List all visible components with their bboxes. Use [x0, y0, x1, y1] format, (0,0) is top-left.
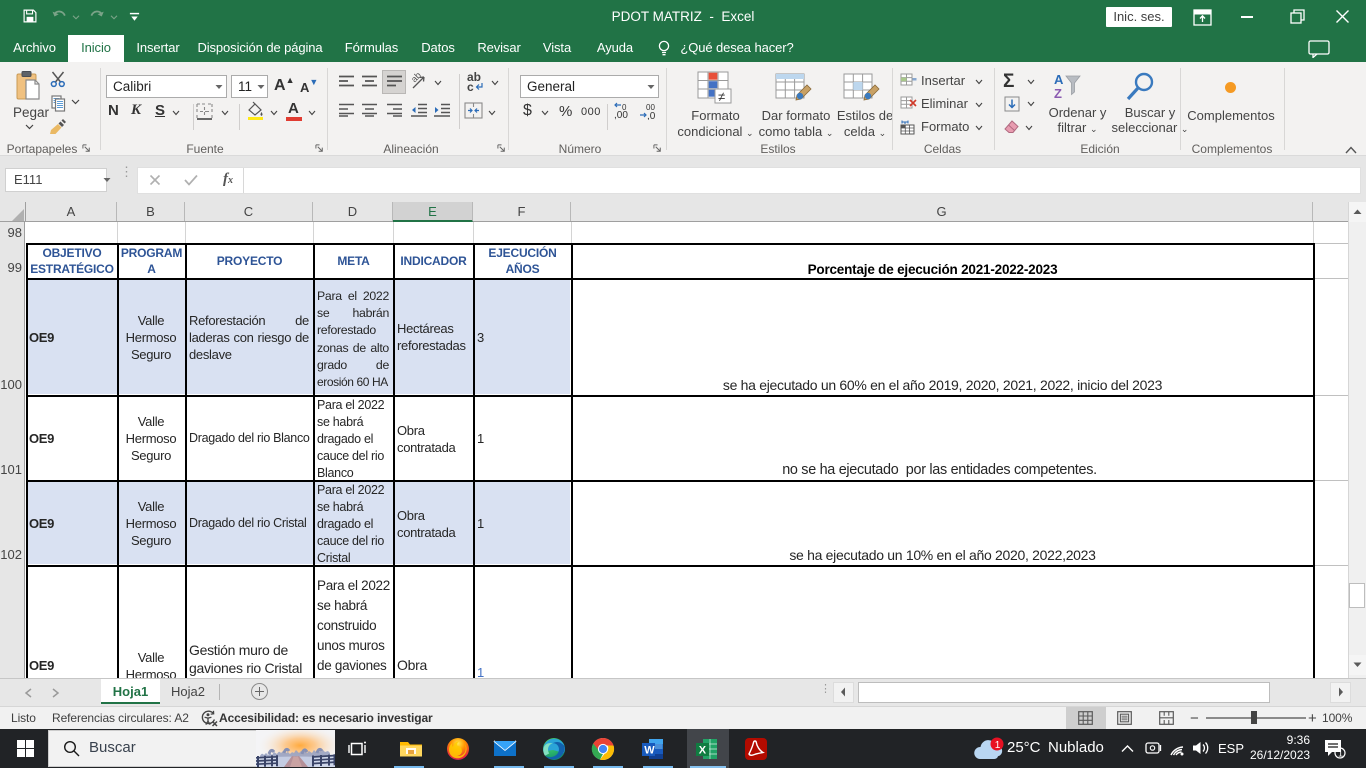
svg-text:1: 1 [995, 740, 1001, 751]
svg-text:≠: ≠ [718, 89, 725, 104]
svg-text:1: 1 [1338, 749, 1343, 759]
svg-text:W: W [644, 745, 655, 757]
svg-text:Z: Z [1054, 86, 1062, 101]
svg-text:c: c [467, 80, 474, 92]
svg-text:A: A [1054, 72, 1064, 87]
svg-text:X: X [699, 745, 707, 757]
svg-text:,0: ,0 [647, 111, 656, 120]
svg-text:ab: ab [411, 73, 423, 84]
svg-text:,00: ,00 [614, 110, 628, 120]
